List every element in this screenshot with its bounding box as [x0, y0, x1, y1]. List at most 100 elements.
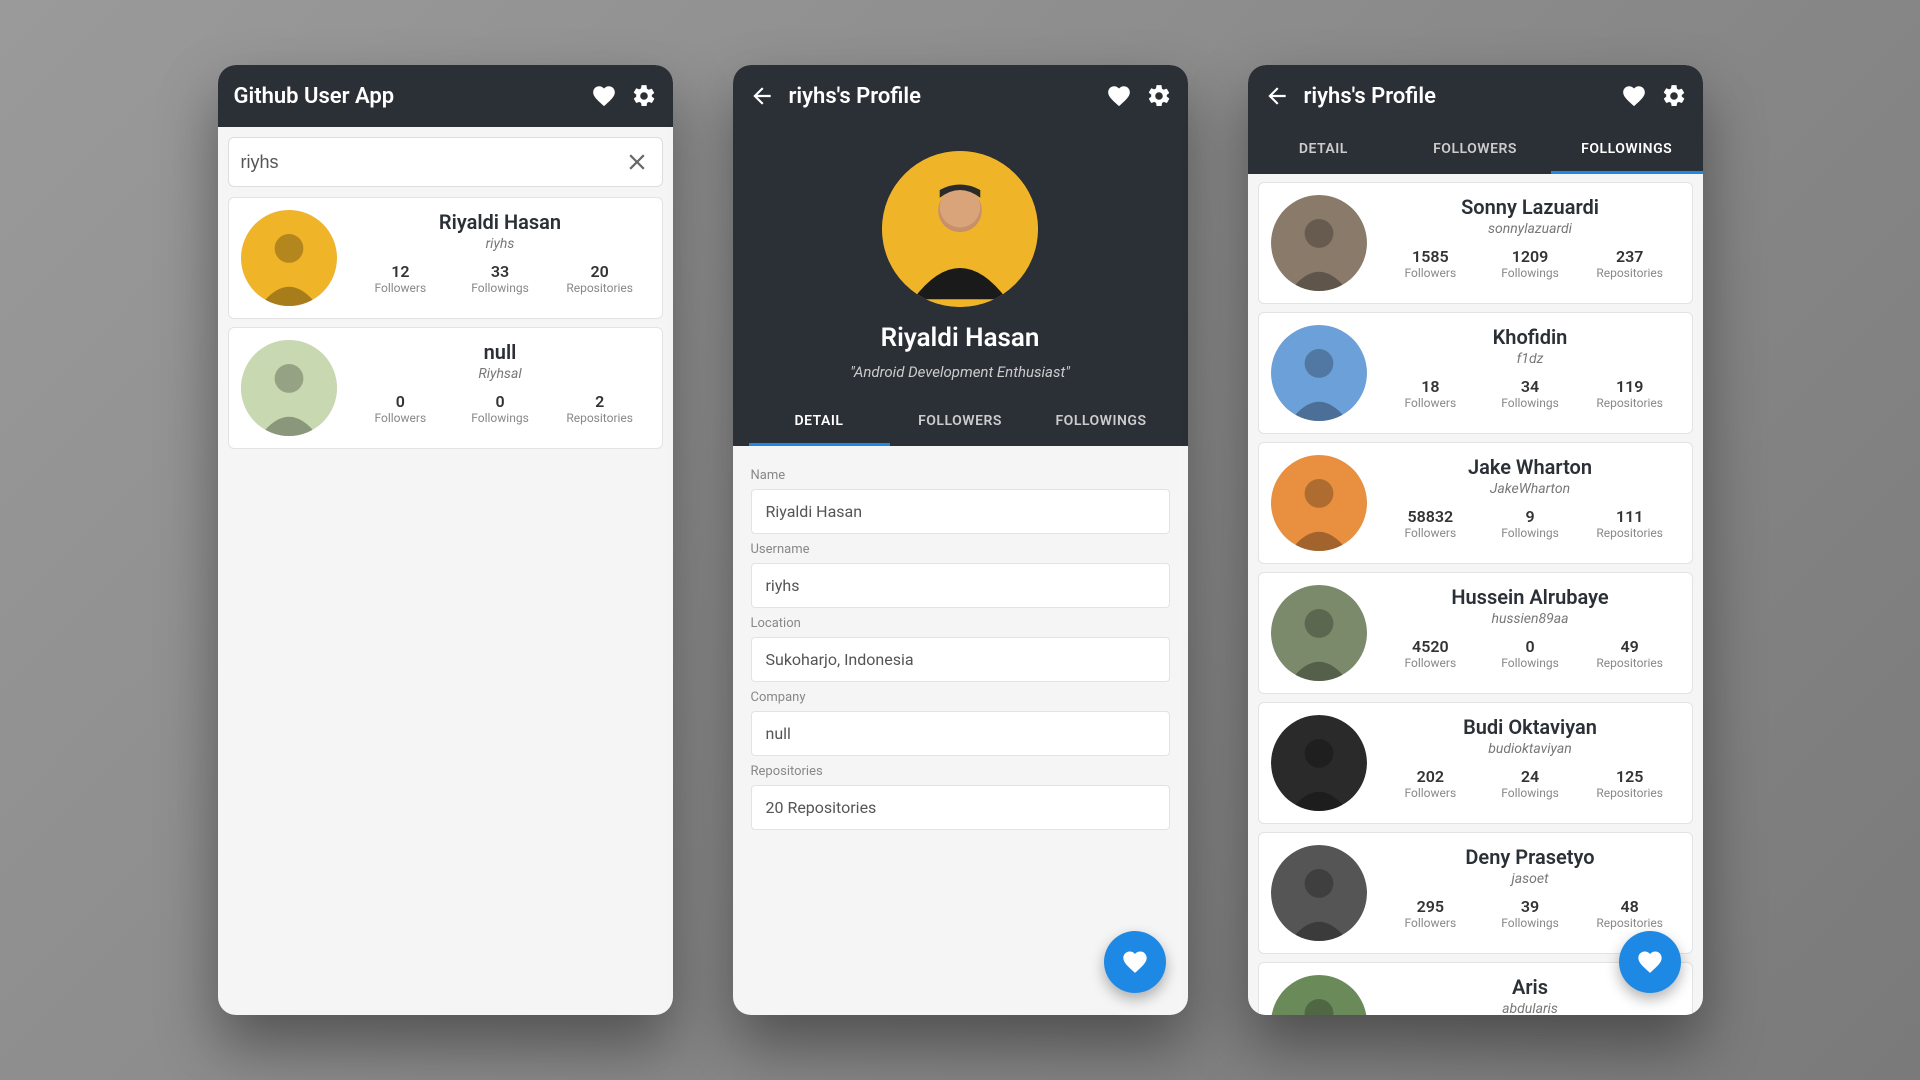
field-value: Riyaldi Hasan [751, 489, 1170, 534]
stat-value: 49 [1580, 637, 1680, 656]
stat-value: 2 [550, 392, 650, 411]
field-label: Username [751, 542, 1170, 557]
followers-stat: 4520Followers [1381, 637, 1481, 670]
user-handle: JakeWharton [1490, 481, 1570, 497]
user-info: null Riyhsal 0Followers 0Followings 2Rep… [351, 340, 650, 436]
stat-label: Repositories [1580, 526, 1680, 540]
user-name: Deny Prasetyo [1465, 845, 1594, 869]
app-title: Github User App [234, 84, 577, 109]
user-stats: 202Followers 24Followings 125Repositorie… [1381, 767, 1680, 800]
back-icon[interactable] [749, 83, 775, 109]
user-card[interactable]: Hussein Alrubaye hussien89aa 4520Followe… [1258, 572, 1693, 694]
user-card[interactable]: Jake Wharton JakeWharton 58832Followers … [1258, 442, 1693, 564]
field-value: riyhs [751, 563, 1170, 608]
stat-label: Repositories [1580, 656, 1680, 670]
favorite-fab[interactable] [1619, 931, 1681, 993]
stat-value: 1585 [1381, 247, 1481, 266]
user-card[interactable]: Khofidin f1dz 18Followers 34Followings 1… [1258, 312, 1693, 434]
avatar [1271, 455, 1367, 551]
stat-value: 58832 [1381, 507, 1481, 526]
tab-followers[interactable]: FOLLOWERS [1399, 127, 1551, 174]
followers-stat: 12Followers [351, 262, 451, 295]
stat-value: 24 [1480, 767, 1580, 786]
stat-value: 48 [1580, 897, 1680, 916]
tab-followings[interactable]: FOLLOWINGS [1551, 127, 1703, 174]
stat-label: Followings [1480, 916, 1580, 930]
field-label: Location [751, 616, 1170, 631]
search-input[interactable] [241, 152, 624, 173]
tab-bar: DETAILFOLLOWERSFOLLOWINGS [1248, 127, 1703, 174]
user-name: Hussein Alrubaye [1451, 585, 1608, 609]
stat-value: 33 [450, 262, 550, 281]
stat-value: 237 [1580, 247, 1680, 266]
user-stats: 0Followers 0Followings 2Repositories [351, 392, 650, 425]
avatar [241, 210, 337, 306]
followings-stat: 39Followings [1480, 897, 1580, 930]
stat-label: Followings [450, 411, 550, 425]
stat-value: 111 [1580, 507, 1680, 526]
stat-label: Followers [1381, 526, 1481, 540]
user-card[interactable]: null Riyhsal 0Followers 0Followings 2Rep… [228, 327, 663, 449]
tab-followers[interactable]: FOLLOWERS [890, 399, 1031, 446]
user-card[interactable]: Budi Oktaviyan budioktaviyan 202Follower… [1258, 702, 1693, 824]
user-card[interactable]: Deny Prasetyo jasoet 295Followers 39Foll… [1258, 832, 1693, 954]
search-results: Riyaldi Hasan riyhs 12Followers 33Follow… [218, 197, 673, 1015]
heart-icon[interactable] [1621, 83, 1647, 109]
user-name: Aris [1512, 975, 1548, 999]
repos-stat: 125Repositories [1580, 767, 1680, 800]
screen-title: riyhs's Profile [789, 84, 1092, 109]
gear-icon[interactable] [1661, 83, 1687, 109]
avatar [1271, 715, 1367, 811]
appbar: Github User App [218, 65, 673, 127]
gear-icon[interactable] [1146, 83, 1172, 109]
screen-title: riyhs's Profile [1304, 84, 1607, 109]
tab-detail[interactable]: DETAIL [1248, 127, 1400, 174]
stat-value: 119 [1580, 377, 1680, 396]
stat-value: 295 [1381, 897, 1481, 916]
stat-label: Followers [351, 281, 451, 295]
stat-value: 20 [550, 262, 650, 281]
stat-value: 202 [1381, 767, 1481, 786]
user-info: Khofidin f1dz 18Followers 34Followings 1… [1381, 325, 1680, 421]
search-box[interactable] [228, 137, 663, 187]
stat-label: Repositories [1580, 916, 1680, 930]
followers-stat: 18Followers [1381, 377, 1481, 410]
tab-detail[interactable]: DETAIL [749, 399, 890, 446]
heart-icon[interactable] [1106, 83, 1132, 109]
avatar [241, 340, 337, 436]
back-icon[interactable] [1264, 83, 1290, 109]
stat-value: 39 [1480, 897, 1580, 916]
favorite-fab[interactable] [1104, 931, 1166, 993]
field-value: Sukoharjo, Indonesia [751, 637, 1170, 682]
stat-value: 0 [1480, 637, 1580, 656]
user-info: Hussein Alrubaye hussien89aa 4520Followe… [1381, 585, 1680, 681]
heart-icon[interactable] [591, 83, 617, 109]
stat-label: Followings [1480, 526, 1580, 540]
avatar [1271, 845, 1367, 941]
stat-label: Repositories [1580, 786, 1680, 800]
stat-value: 0 [351, 392, 451, 411]
stat-value: 12 [351, 262, 451, 281]
user-info: Budi Oktaviyan budioktaviyan 202Follower… [1381, 715, 1680, 811]
stat-label: Followings [1480, 266, 1580, 280]
user-handle: Riyhsal [478, 366, 521, 382]
stat-label: Followings [450, 281, 550, 295]
stat-label: Repositories [550, 411, 650, 425]
close-icon[interactable] [624, 149, 650, 175]
repos-stat: 48Repositories [1580, 897, 1680, 930]
user-card[interactable]: Sonny Lazuardi sonnylazuardi 1585Followe… [1258, 182, 1693, 304]
user-card[interactable]: Riyaldi Hasan riyhs 12Followers 33Follow… [228, 197, 663, 319]
user-stats: 1585Followers 1209Followings 237Reposito… [1381, 247, 1680, 280]
field-value: null [751, 711, 1170, 756]
field-label: Name [751, 468, 1170, 483]
user-stats: 58832Followers 9Followings 111Repositori… [1381, 507, 1680, 540]
gear-icon[interactable] [631, 83, 657, 109]
stat-label: Followers [351, 411, 451, 425]
avatar [882, 151, 1038, 307]
stat-value: 9 [1480, 507, 1580, 526]
tab-followings[interactable]: FOLLOWINGS [1031, 399, 1172, 446]
stat-label: Followings [1480, 656, 1580, 670]
stat-label: Followers [1381, 266, 1481, 280]
stat-label: Followings [1480, 396, 1580, 410]
user-handle: hussien89aa [1491, 611, 1568, 627]
